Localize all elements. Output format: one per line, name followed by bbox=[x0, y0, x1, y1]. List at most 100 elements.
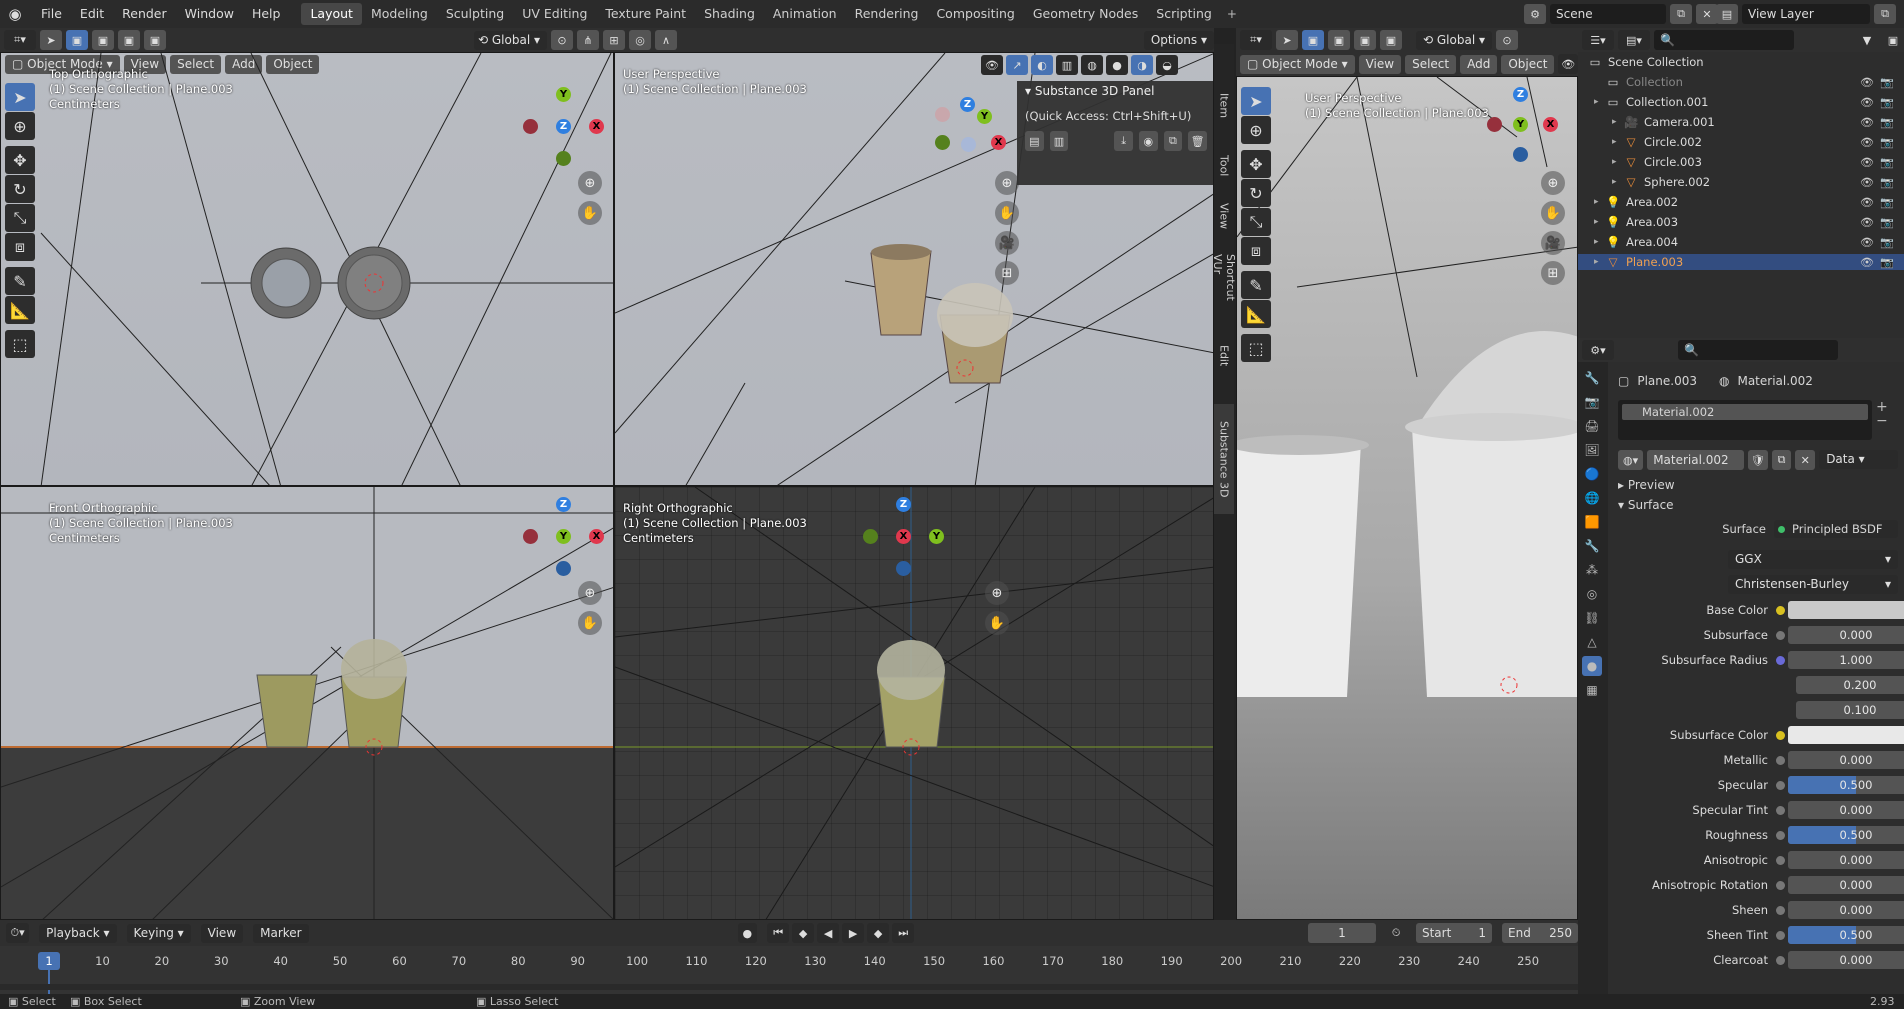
transform-orientation-dropdown[interactable]: ⟲ Global ▾ bbox=[1416, 30, 1492, 50]
zoom-icon[interactable]: ⊕ bbox=[1541, 171, 1565, 195]
pivot-icon[interactable]: ⊙ bbox=[551, 30, 573, 50]
gizmo-neg-x-axis[interactable] bbox=[523, 119, 538, 134]
material-slot-list[interactable]: Material.002 bbox=[1618, 400, 1872, 440]
surface-shader-field[interactable]: Principled BSDF bbox=[1774, 520, 1898, 538]
navigation-gizmo[interactable]: Z X Y bbox=[863, 497, 944, 577]
pan-hand-icon[interactable]: ✋ bbox=[578, 611, 602, 635]
outliner-row[interactable]: ▭ Collection 👁 📷 bbox=[1578, 74, 1904, 90]
outliner-row[interactable]: ▸ 💡 Area.003 👁 📷 bbox=[1578, 214, 1904, 230]
value-field[interactable]: 0.500 bbox=[1788, 926, 1904, 944]
socket-dot-icon[interactable] bbox=[1776, 831, 1785, 840]
blender-logo-icon[interactable]: ◉ bbox=[4, 3, 26, 25]
menu-window[interactable]: Window bbox=[176, 0, 243, 28]
solid-shading-icon[interactable]: ● bbox=[1106, 55, 1128, 75]
gizmo-neg-z-axis[interactable] bbox=[1513, 147, 1528, 162]
outliner-row[interactable]: ▸ ▭ Collection.001 👁 📷 bbox=[1578, 94, 1904, 110]
select-invert-icon[interactable]: ▣ bbox=[144, 30, 166, 50]
jump-end-icon[interactable]: ⏭ bbox=[892, 923, 915, 943]
select-invert-icon[interactable]: ▣ bbox=[1380, 30, 1402, 50]
value-field[interactable]: 0.000 bbox=[1788, 951, 1904, 969]
expand-arrow-icon[interactable]: ▸ bbox=[1612, 117, 1617, 127]
rendered-shading-icon[interactable]: ◒ bbox=[1156, 55, 1178, 75]
zoom-icon[interactable]: ⊕ bbox=[995, 171, 1019, 195]
proportional-edit-icon[interactable]: ◎ bbox=[629, 30, 651, 50]
add-cube-tool-icon[interactable]: ⬚ bbox=[5, 330, 35, 358]
render-visibility-icon[interactable]: 📷 bbox=[1880, 216, 1894, 229]
fake-user-icon[interactable]: 🛡 bbox=[1747, 450, 1768, 470]
particles-tab-icon[interactable]: ⁂ bbox=[1582, 560, 1602, 580]
menu-edit[interactable]: Edit bbox=[71, 0, 113, 28]
view-menu[interactable]: View bbox=[1358, 54, 1402, 74]
gizmo-y-axis[interactable]: Y bbox=[929, 529, 944, 544]
select-menu[interactable]: Select bbox=[1405, 54, 1457, 74]
remove-slot-icon[interactable]: − bbox=[1876, 414, 1896, 428]
subsurface-method-dropdown[interactable]: Christensen-Burley ▾ bbox=[1728, 575, 1898, 594]
timeline-editor-type-icon[interactable]: ⏱▾ bbox=[6, 923, 30, 943]
object-tab-icon[interactable]: 🟧 bbox=[1582, 512, 1602, 532]
camera-view-icon[interactable]: 🎥 bbox=[1541, 231, 1565, 255]
outliner-search-input[interactable]: 🔍 bbox=[1654, 30, 1794, 50]
outliner-row[interactable]: ▸ 💡 Area.004 👁 📷 bbox=[1578, 234, 1904, 250]
pivot-icon[interactable]: ⊙ bbox=[1496, 30, 1518, 50]
select-extend-icon[interactable]: ▣ bbox=[92, 30, 114, 50]
socket-dot-icon[interactable] bbox=[1776, 906, 1785, 915]
navigation-gizmo[interactable]: Z Y X bbox=[935, 97, 1015, 177]
render-visibility-icon[interactable]: 📷 bbox=[1880, 196, 1894, 209]
value-field[interactable]: 0.500 bbox=[1788, 826, 1904, 844]
properties-editor-type-icon[interactable]: ⚙▾ bbox=[1582, 340, 1614, 360]
browse-material-icon[interactable]: ◍▾ bbox=[1618, 450, 1644, 470]
wireframe-shading-icon[interactable]: ◍ bbox=[1081, 55, 1103, 75]
select-tool-icon[interactable]: ➤ bbox=[40, 30, 62, 50]
render-visibility-icon[interactable]: 📷 bbox=[1880, 116, 1894, 129]
outliner-row[interactable]: ▸ ▽ Plane.003 👁 📷 bbox=[1578, 254, 1904, 270]
visibility-eye-icon[interactable]: 👁 bbox=[1860, 96, 1874, 109]
annotate-tool-icon[interactable]: ✎ bbox=[5, 267, 35, 295]
cursor-tool-icon[interactable]: ⊕ bbox=[5, 112, 35, 140]
viewport-material-preview[interactable]: User Perspective (1) Scene Collection | … bbox=[1236, 76, 1578, 920]
new-material-icon[interactable]: ⧉ bbox=[1771, 450, 1792, 470]
play-reverse-icon[interactable]: ◀ bbox=[817, 923, 840, 943]
new-collection-icon[interactable]: ▣ bbox=[1882, 30, 1904, 50]
navigation-gizmo[interactable]: Y Z X bbox=[523, 87, 604, 167]
render-visibility-icon[interactable]: 📷 bbox=[1880, 236, 1894, 249]
navigation-gizmo[interactable]: Z Y X bbox=[1487, 87, 1567, 167]
socket-dot-icon[interactable] bbox=[1776, 756, 1785, 765]
substance-panel-title[interactable]: ▾ Substance 3D Panel bbox=[1017, 81, 1213, 101]
new-scene-icon[interactable]: ⧉ bbox=[1670, 4, 1692, 24]
scene-tab-icon[interactable]: 🔵 bbox=[1582, 464, 1602, 484]
prev-keyframe-icon[interactable]: ◆ bbox=[792, 923, 815, 943]
scene-icon[interactable]: ⚙ bbox=[1524, 4, 1546, 24]
scale-tool-icon[interactable]: ⤡ bbox=[1241, 208, 1271, 236]
gizmo-neg-y-axis[interactable] bbox=[863, 529, 878, 544]
gizmo-neg-z-axis[interactable] bbox=[961, 137, 976, 152]
snap-target-icon[interactable]: ⊞ bbox=[603, 30, 625, 50]
outliner-row[interactable]: ▸ ▽ Sphere.002 👁 📷 bbox=[1578, 174, 1904, 190]
options-dropdown[interactable]: Options ▾ bbox=[1143, 30, 1214, 50]
gizmo-x-axis[interactable]: X bbox=[589, 529, 604, 544]
falloff-icon[interactable]: ∧ bbox=[655, 30, 677, 50]
gizmo-neg-x-axis[interactable] bbox=[523, 529, 538, 544]
output-tab-icon[interactable]: 🖨 bbox=[1582, 416, 1602, 436]
pan-hand-icon[interactable]: ✋ bbox=[995, 201, 1019, 225]
tab-uv-editing[interactable]: UV Editing bbox=[513, 3, 596, 25]
gizmo-toggle-icon[interactable]: ↗ bbox=[1006, 55, 1028, 75]
substance-duplicate-icon[interactable]: ⧉ bbox=[1163, 131, 1183, 151]
pan-hand-icon[interactable]: ✋ bbox=[1541, 201, 1565, 225]
expand-arrow-icon[interactable]: ▸ bbox=[1594, 257, 1599, 267]
tab-layout[interactable]: Layout bbox=[301, 3, 362, 25]
select-subtract-icon[interactable]: ▣ bbox=[118, 30, 140, 50]
end-frame-field[interactable]: End 250 bbox=[1502, 923, 1579, 943]
zoom-icon[interactable]: ⊕ bbox=[578, 581, 602, 605]
gizmo-z-axis[interactable]: Z bbox=[1513, 87, 1528, 102]
render-tab-icon[interactable]: 📷 bbox=[1582, 392, 1602, 412]
move-tool-icon[interactable]: ✥ bbox=[5, 146, 35, 174]
gizmo-y-axis[interactable]: Y bbox=[977, 109, 992, 124]
substance-material-icon[interactable]: ◉ bbox=[1138, 131, 1158, 151]
outliner-editor-type-icon[interactable]: ☰▾ bbox=[1582, 30, 1614, 50]
value-field[interactable]: 0.100 bbox=[1796, 701, 1904, 719]
render-visibility-icon[interactable]: 📷 bbox=[1880, 96, 1894, 109]
render-visibility-icon[interactable]: 📷 bbox=[1880, 256, 1894, 269]
select-tool-icon[interactable]: ➤ bbox=[1276, 30, 1298, 50]
tool-tab-icon[interactable]: 🔧 bbox=[1582, 368, 1602, 388]
tab-modeling[interactable]: Modeling bbox=[362, 3, 437, 25]
